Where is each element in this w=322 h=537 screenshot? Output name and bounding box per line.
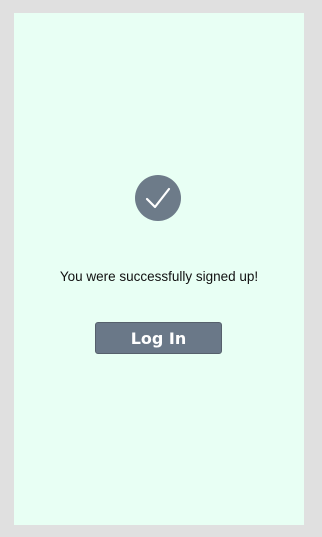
success-message: You were successfully signed up! — [59, 269, 259, 284]
signup-success-panel: You were successfully signed up! Log In — [14, 13, 304, 525]
login-button[interactable]: Log In — [95, 322, 222, 354]
checkmark-glyph — [145, 187, 171, 209]
checkmark-icon — [135, 175, 181, 221]
